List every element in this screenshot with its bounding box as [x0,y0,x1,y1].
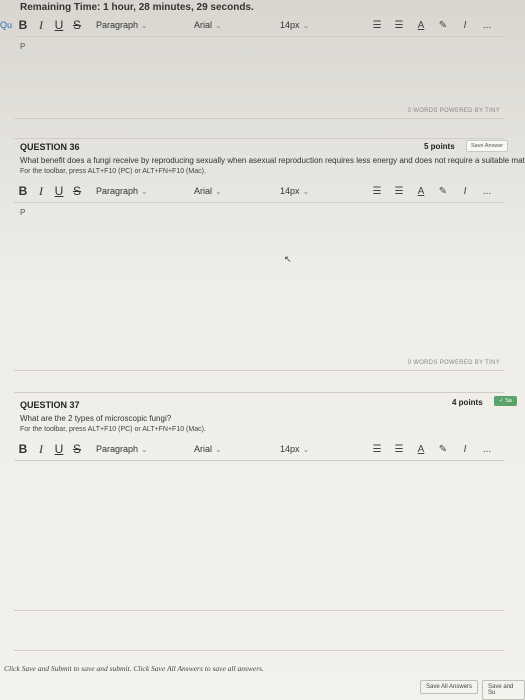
answer-editor-q37[interactable] [14,460,504,611]
question-divider [14,392,504,393]
paragraph-select-label: Paragraph [96,20,139,30]
font-select[interactable]: Arial ⌄ [194,186,270,196]
editor-toolbar-q36: B I U S Paragraph ⌄ Arial ⌄ 14px ⌄ ☰ ☰ A… [14,180,504,203]
paragraph-select[interactable]: Paragraph ⌄ [96,444,184,454]
answer-editor-q36[interactable]: P ↖ 0 WORDS POWERED BY TINY [14,202,504,371]
save-and-submit-button[interactable]: Save and Su [482,680,525,700]
more-icon[interactable]: ... [476,444,498,455]
underline-button[interactable]: U [50,442,68,456]
highlight-icon[interactable]: ✎ [432,186,454,197]
font-select[interactable]: Arial ⌄ [194,444,270,454]
question-37-title: QUESTION 37 [20,400,80,410]
save-all-answers-button[interactable]: Save All Answers [420,680,479,694]
font-select-label: Arial [194,20,213,30]
italic-button[interactable]: I [32,18,50,33]
font-size-select[interactable]: 14px ⌄ [280,186,366,196]
more-icon[interactable]: ... [476,20,498,31]
font-size-label: 14px [280,444,300,454]
font-size-select[interactable]: 14px ⌄ [280,20,366,30]
bold-button[interactable]: B [14,184,32,198]
save-answer-button[interactable]: ✓ Sa [494,396,517,406]
chevron-down-icon: ⌄ [215,20,222,30]
bold-button[interactable]: B [14,442,32,456]
answer-editor-top[interactable]: P 0 WORDS POWERED BY TINY [14,36,504,119]
save-instructions: Click Save and Submit to save and submit… [4,664,264,673]
editor-toolbar-q37: B I U S Paragraph ⌄ Arial ⌄ 14px ⌄ ☰ ☰ A… [14,438,504,461]
italic-button[interactable]: I [32,184,50,199]
font-select[interactable]: Arial ⌄ [194,20,270,30]
editor-toolbar-top: B I U S Paragraph ⌄ Arial ⌄ 14px ⌄ ☰ ☰ A… [14,14,504,37]
underline-button[interactable]: U [50,18,68,32]
word-count: 0 WORDS POWERED BY TINY [407,108,500,114]
highlight-icon[interactable]: ✎ [432,444,454,455]
text-color-icon[interactable]: A [410,444,432,455]
chevron-down-icon: ⌄ [141,444,148,454]
mouse-cursor-icon: ↖ [284,254,292,264]
font-select-label: Arial [194,444,213,454]
italic-button[interactable]: I [32,442,50,457]
chevron-down-icon: ⌄ [302,20,310,30]
font-size-label: 14px [280,20,300,30]
highlight-icon[interactable]: ✎ [432,20,454,31]
question-36-title: QUESTION 36 [20,142,80,152]
editor-paragraph-marker: P [20,208,26,217]
chevron-down-icon: ⌄ [141,20,148,30]
paragraph-select[interactable]: Paragraph ⌄ [96,186,184,196]
question-divider [14,138,504,139]
footer-divider [14,650,504,651]
editor-paragraph-marker: P [20,42,26,51]
word-count: 0 WORDS POWERED BY TINY [407,360,500,366]
question-link[interactable]: Qu [0,20,12,30]
clear-format-icon[interactable]: I [454,186,476,197]
strikethrough-button[interactable]: S [68,18,86,32]
clear-format-icon[interactable]: I [454,444,476,455]
text-color-icon[interactable]: A [410,186,432,197]
clear-format-icon[interactable]: I [454,20,476,31]
chevron-down-icon: ⌄ [215,186,222,196]
font-size-select[interactable]: 14px ⌄ [280,444,366,454]
question-36-points: 5 points [424,142,455,151]
strikethrough-button[interactable]: S [68,442,86,456]
remaining-time: Remaining Time: 1 hour, 28 minutes, 29 s… [20,2,254,13]
underline-button[interactable]: U [50,184,68,198]
question-36-text: What benefit does a fungi receive by rep… [20,156,525,165]
numbered-list-icon[interactable]: ☰ [388,186,410,197]
bullet-list-icon[interactable]: ☰ [366,20,388,31]
paragraph-select-label: Paragraph [96,186,139,196]
save-answer-button[interactable]: Save Answer [466,140,509,152]
paragraph-select[interactable]: Paragraph ⌄ [96,20,184,30]
toolbar-hint: For the toolbar, press ALT+F10 (PC) or A… [20,168,206,175]
strikethrough-button[interactable]: S [68,184,86,198]
text-color-icon[interactable]: A [410,20,432,31]
bold-button[interactable]: B [14,18,32,32]
font-size-label: 14px [280,186,300,196]
more-icon[interactable]: ... [476,186,498,197]
font-select-label: Arial [194,186,213,196]
chevron-down-icon: ⌄ [302,186,310,196]
numbered-list-icon[interactable]: ☰ [388,444,410,455]
numbered-list-icon[interactable]: ☰ [388,20,410,31]
chevron-down-icon: ⌄ [215,444,222,454]
paragraph-select-label: Paragraph [96,444,139,454]
bullet-list-icon[interactable]: ☰ [366,444,388,455]
chevron-down-icon: ⌄ [141,186,148,196]
exam-page: Remaining Time: 1 hour, 28 minutes, 29 s… [0,0,525,700]
question-37-text: What are the 2 types of microscopic fung… [20,414,172,423]
toolbar-hint: For the toolbar, press ALT+F10 (PC) or A… [20,426,206,433]
bullet-list-icon[interactable]: ☰ [366,186,388,197]
question-37-points: 4 points [452,398,483,407]
chevron-down-icon: ⌄ [302,444,310,454]
